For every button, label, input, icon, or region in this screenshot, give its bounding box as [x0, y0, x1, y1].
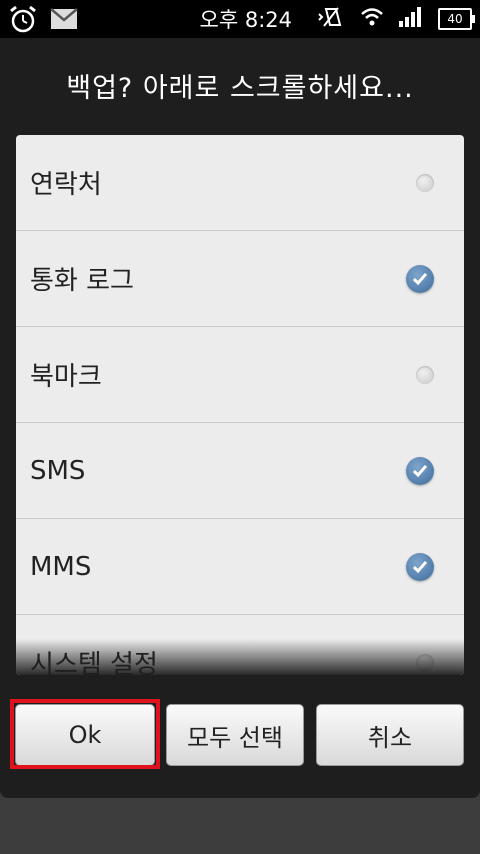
battery-icon: 40 [438, 8, 475, 30]
checkbox-unchecked-icon[interactable] [416, 365, 434, 384]
signal-icon [398, 7, 424, 31]
checkbox-checked-icon[interactable] [406, 456, 434, 485]
list-item-label: SMS [30, 455, 86, 486]
ok-button-highlight [10, 699, 160, 769]
list-item-label: 통화 로그 [30, 266, 134, 296]
backup-options-list[interactable]: 연락처 통화 로그 북마크 SMS MMS 시스템 설정 [16, 135, 464, 675]
select-all-button[interactable]: 모두 선택 [166, 704, 304, 766]
gmail-icon [50, 8, 78, 34]
checkbox-checked-icon[interactable] [406, 552, 434, 581]
list-item-call-log[interactable]: 통화 로그 [16, 231, 464, 327]
cancel-button[interactable]: 취소 [316, 704, 464, 766]
checkbox-unchecked-icon[interactable] [416, 653, 434, 672]
vibrate-off-icon [316, 4, 346, 34]
list-item-label: 시스템 설정 [30, 650, 158, 675]
list-item-mms[interactable]: MMS [16, 519, 464, 615]
alarm-icon [8, 4, 38, 38]
dialog-title: 백업? 아래로 스크롤하세요... [66, 73, 414, 104]
backup-dialog: 백업? 아래로 스크롤하세요... 연락처 통화 로그 북마크 SMS MMS [0, 38, 480, 798]
list-item-contacts[interactable]: 연락처 [16, 135, 464, 231]
list-item-system-settings[interactable]: 시스템 설정 [16, 615, 464, 675]
background [0, 798, 480, 854]
checkbox-unchecked-icon[interactable] [416, 173, 434, 192]
clock: 오후 8:24 [199, 8, 292, 32]
list-item-label: 북마크 [30, 362, 102, 392]
list-item-bookmarks[interactable]: 북마크 [16, 327, 464, 423]
wifi-icon [360, 7, 384, 31]
list-item-sms[interactable]: SMS [16, 423, 464, 519]
status-bar: 오후 8:24 40 [0, 0, 480, 38]
button-bar: Ok 모두 선택 취소 [0, 699, 480, 772]
list-item-label: 연락처 [30, 170, 102, 200]
checkbox-checked-icon[interactable] [406, 264, 434, 293]
list-item-label: MMS [30, 551, 92, 582]
